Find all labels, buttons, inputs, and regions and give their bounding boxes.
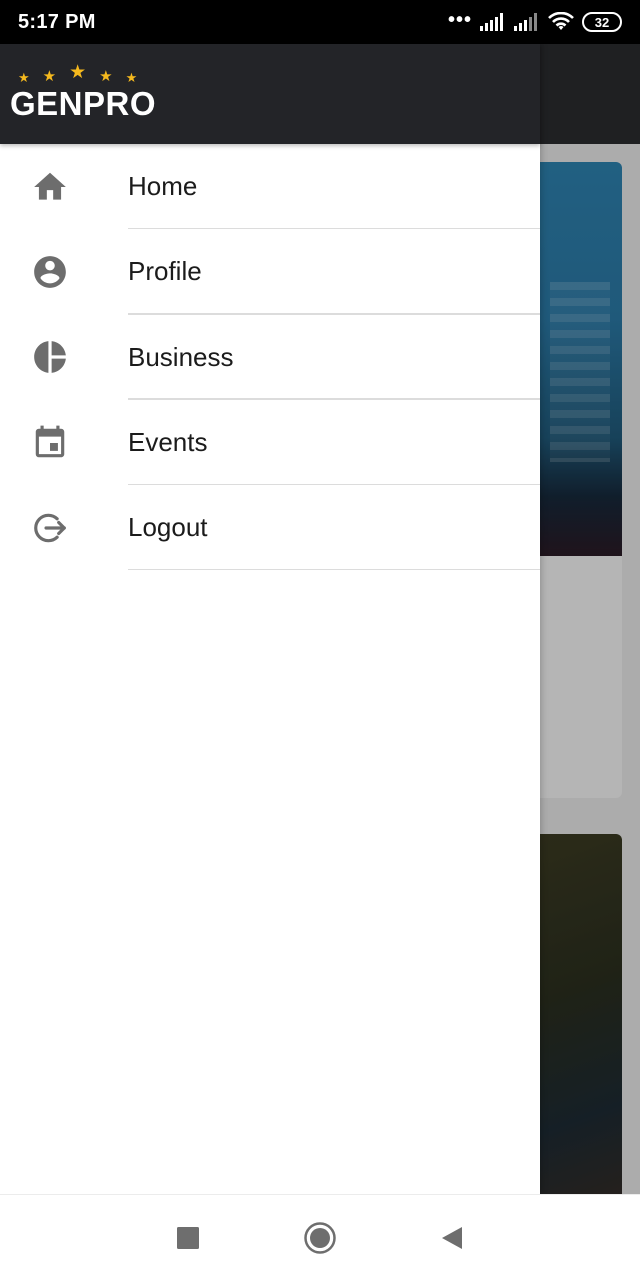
divider <box>128 568 540 571</box>
calendar-icon <box>31 424 69 462</box>
pie-chart-icon <box>31 338 69 376</box>
drawer-item-home[interactable]: Home <box>0 144 540 230</box>
drawer-item-label: Events <box>128 427 208 458</box>
status-bar: 5:17 PM ••• 32 <box>0 0 640 44</box>
drawer-item-logout[interactable]: Logout <box>0 485 540 571</box>
status-time: 5:17 PM <box>18 10 96 33</box>
recents-button[interactable] <box>170 1220 206 1256</box>
drawer-item-profile[interactable]: Profile <box>0 229 540 315</box>
signal-icon <box>514 13 537 31</box>
system-navigation-bar <box>0 1194 640 1280</box>
star-icon: ★ <box>125 70 138 85</box>
screen: 5:17 PM ••• 32 ★ ★ ★ ★ ★ GENPRO Home Pro… <box>0 0 640 1280</box>
drawer-item-label: Home <box>128 171 198 202</box>
drawer-header: ★ ★ ★ ★ ★ GENPRO <box>0 44 540 144</box>
logo-text: GENPRO <box>10 85 157 122</box>
navigation-drawer: ★ ★ ★ ★ ★ GENPRO Home Profile Business E… <box>0 44 540 1194</box>
logout-icon <box>31 509 69 547</box>
account-circle-icon <box>31 253 69 291</box>
status-icons: ••• 32 <box>447 8 622 32</box>
circle-icon <box>304 1221 336 1254</box>
star-icon: ★ <box>18 70 30 85</box>
star-icon: ★ <box>69 62 87 83</box>
back-triangle-icon <box>442 1226 462 1249</box>
wifi-icon <box>548 12 574 30</box>
star-icon: ★ <box>99 68 113 85</box>
battery-icon: 32 <box>582 12 622 32</box>
drawer-item-events[interactable]: Events <box>0 400 540 486</box>
drawer-menu: Home Profile Business Events Logout <box>0 144 540 571</box>
logo-stars: ★ ★ ★ ★ ★ <box>10 62 150 85</box>
notification-dots-icon: ••• <box>447 8 472 31</box>
drawer-item-label: Business <box>128 341 234 372</box>
genpro-logo: ★ ★ ★ ★ ★ GENPRO <box>10 62 157 124</box>
star-icon: ★ <box>42 68 57 85</box>
drawer-item-label: Profile <box>128 256 202 287</box>
square-icon <box>177 1226 199 1249</box>
back-button[interactable] <box>434 1220 470 1256</box>
signal-icon <box>480 13 503 31</box>
drawer-item-business[interactable]: Business <box>0 315 540 400</box>
drawer-item-label: Logout <box>128 512 208 543</box>
home-button[interactable] <box>302 1220 338 1256</box>
home-icon <box>31 168 69 206</box>
